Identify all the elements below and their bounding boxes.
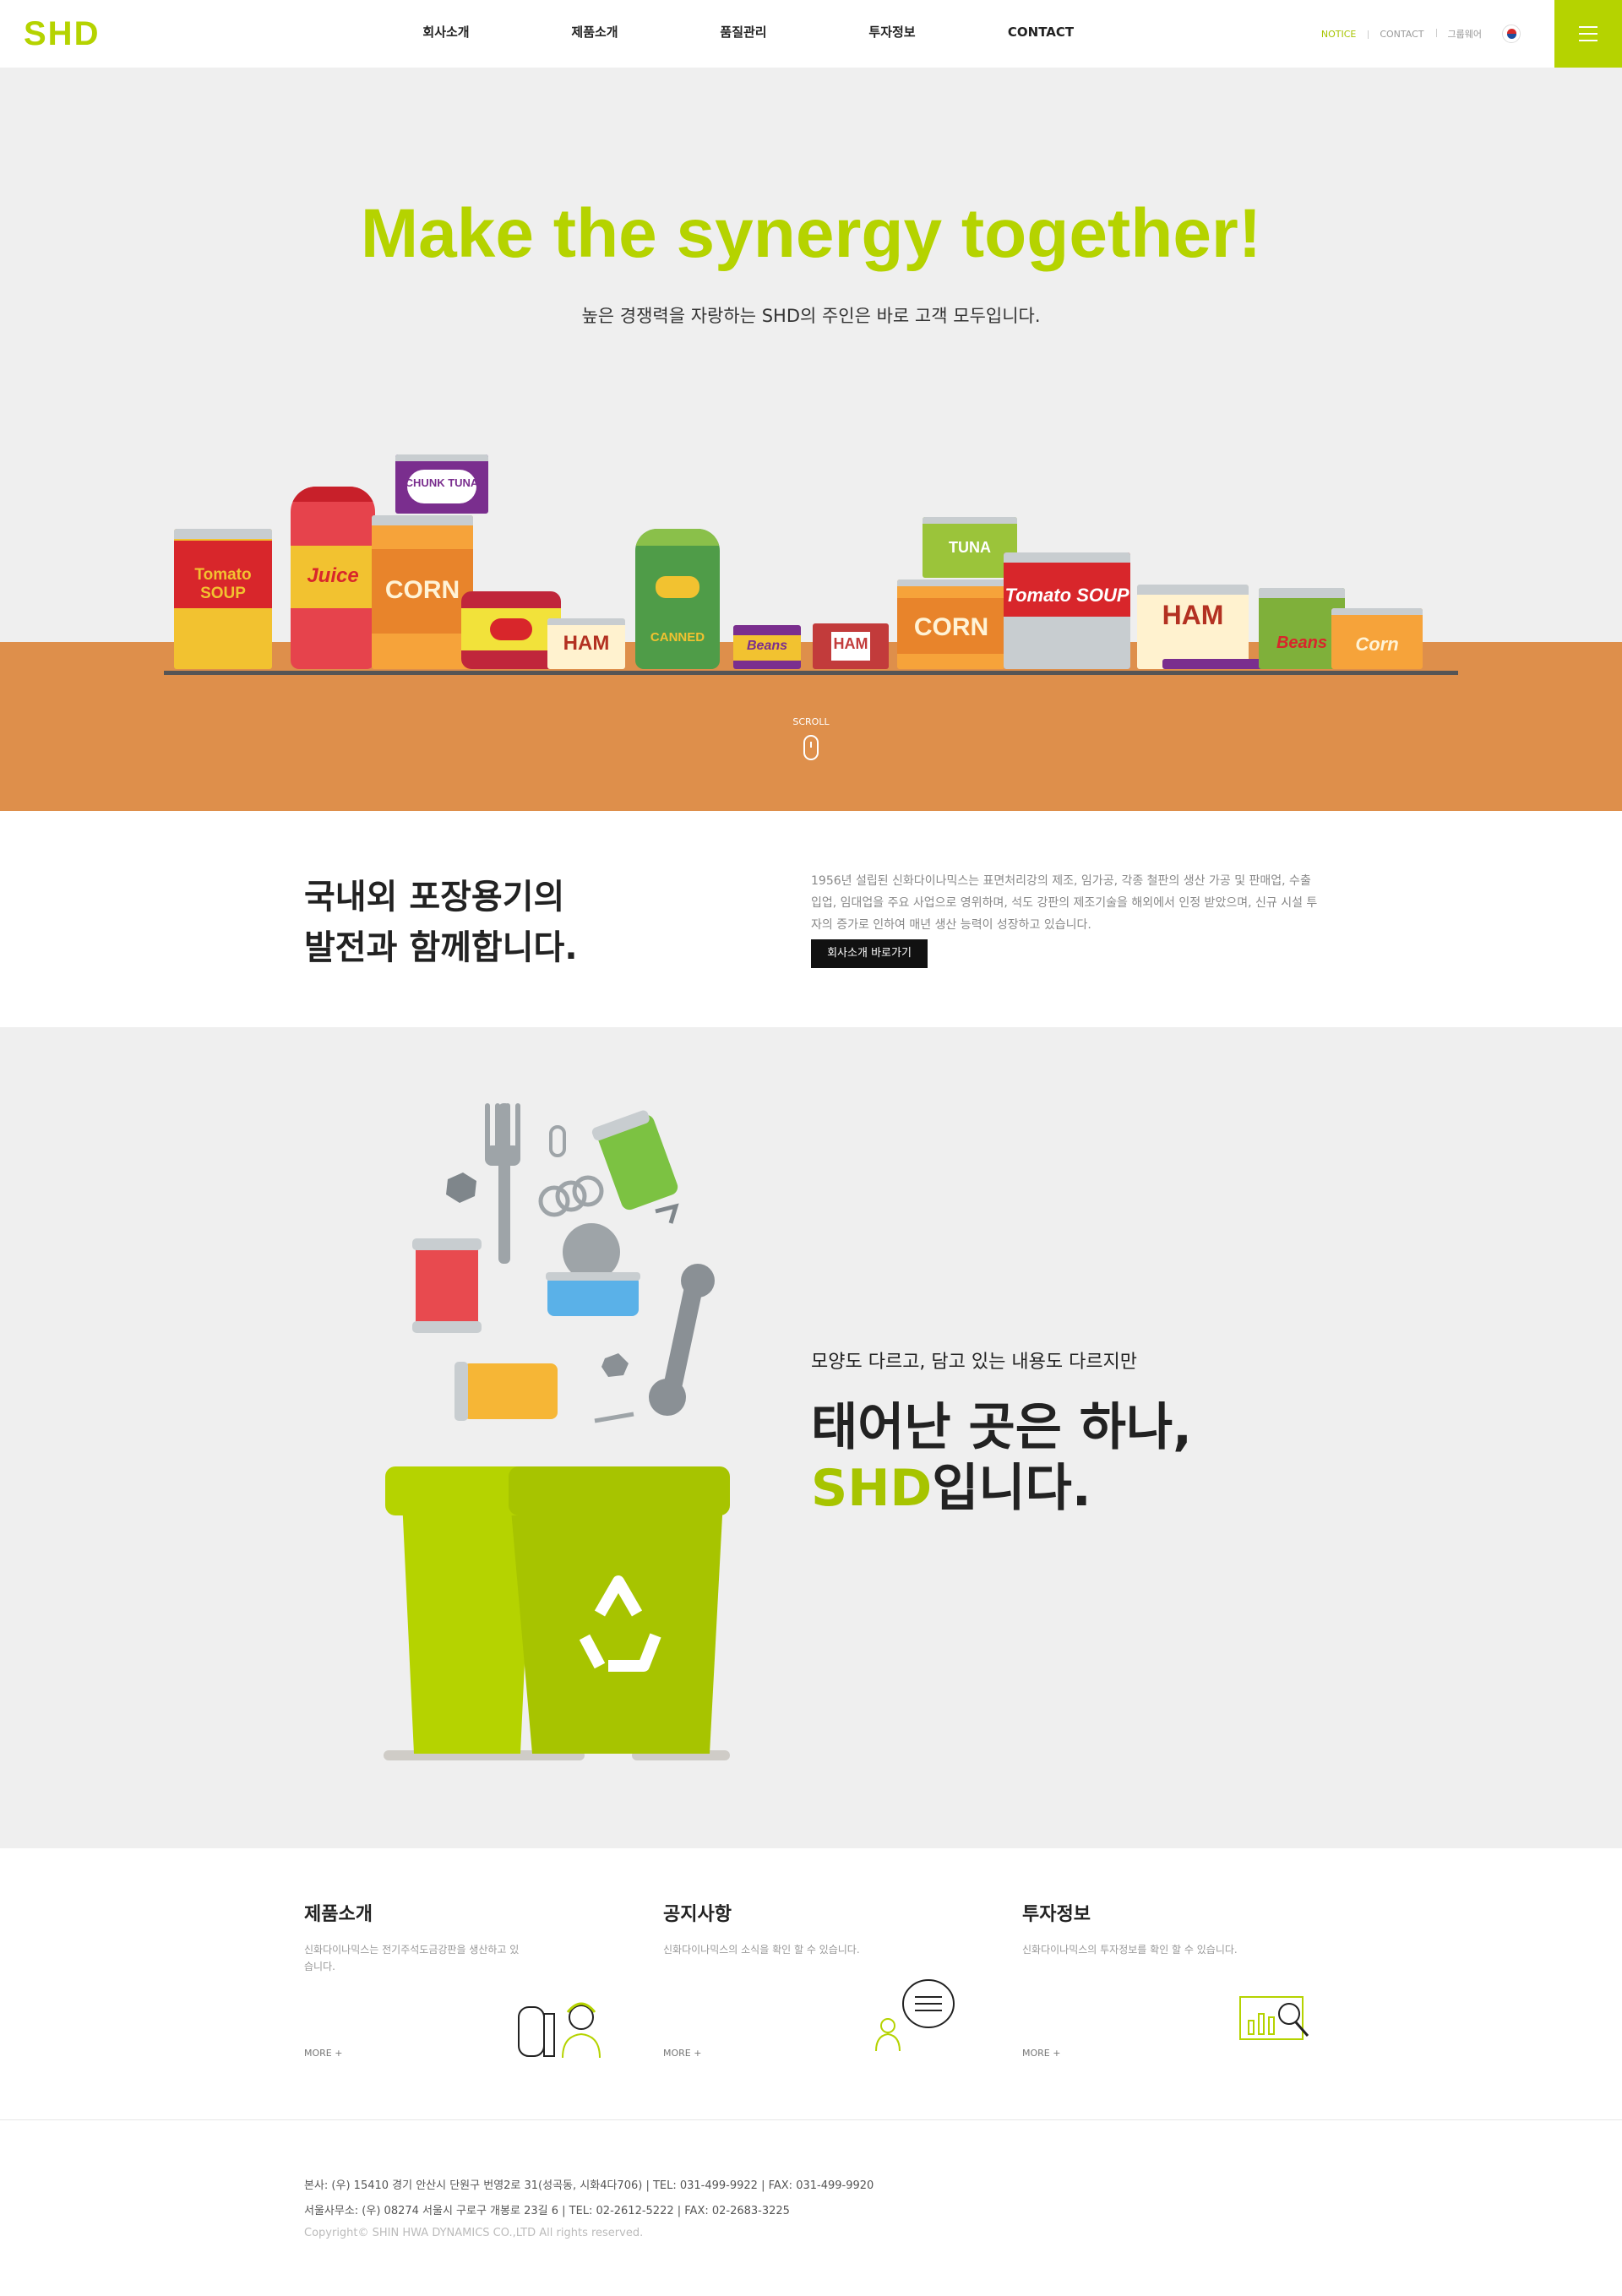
nav-item-contact[interactable]: CONTACT bbox=[966, 0, 1115, 68]
recycle-subtitle: 모양도 다르고, 담고 있는 내용도 다르지만 bbox=[811, 1352, 1138, 1373]
wrench-icon bbox=[649, 1264, 715, 1416]
crushed-can-green-icon bbox=[591, 1110, 678, 1211]
recycle-title-accent: SHD bbox=[811, 1459, 933, 1518]
can-corn-small: Corn bbox=[1331, 608, 1423, 669]
card-title: 투자정보 bbox=[1022, 1904, 1091, 1925]
crushed-can-red-icon bbox=[412, 1238, 482, 1333]
card-description: 신화다이나믹스의 투자정보를 확인 할 수 있습니다. bbox=[1022, 1944, 1238, 1956]
main-nav: 회사소개 제품소개 품질관리 투자정보 CONTACT bbox=[372, 0, 1115, 68]
card-title: 제품소개 bbox=[304, 1904, 373, 1925]
paperclip-icon bbox=[549, 1125, 566, 1157]
korea-flag-icon[interactable] bbox=[1502, 24, 1521, 43]
scroll-mouse-icon[interactable] bbox=[803, 735, 819, 760]
footer-address-hq: 본사: (우) 15410 경기 안산시 단원구 번영2로 31(성곡동, 시화… bbox=[304, 2179, 874, 2192]
can-ham: HAM bbox=[547, 618, 625, 669]
hero-title: Make the synergy together! bbox=[360, 195, 1262, 272]
card-description: 신화다이나믹스의 소식을 확인 할 수 있습니다. bbox=[663, 1944, 860, 1956]
nail-icon bbox=[655, 1203, 679, 1224]
card-products[interactable]: 제품소개 신화다이나믹스는 전기주석도금강판을 생산하고 있습니다. MORE … bbox=[304, 1899, 642, 2102]
circular-saw-icon bbox=[563, 1223, 620, 1281]
recycle-title: 태어난 곳은 하나, SHD입니다. bbox=[811, 1397, 1192, 1519]
card-description: 신화다이나믹스는 전기주석도금강판을 생산하고 있습니다. bbox=[304, 1944, 520, 1972]
intro-title-line1: 국내외 포장용기의 bbox=[304, 878, 565, 917]
util-link-contact[interactable]: CONTACT bbox=[1368, 29, 1435, 40]
jar-canned: CANNED bbox=[635, 529, 720, 669]
hero-shelf bbox=[164, 671, 1458, 675]
logo[interactable]: SHD bbox=[24, 15, 100, 53]
recycle-title-line2: SHD입니다. bbox=[811, 1458, 1192, 1519]
recycle-title-line1: 태어난 곳은 하나, bbox=[811, 1398, 1192, 1457]
quick-links-section: 제품소개 신화다이나믹스는 전기주석도금강판을 생산하고 있습니다. MORE … bbox=[0, 1848, 1622, 2120]
can-chunk-tuna: CHUNK TUNA bbox=[395, 454, 488, 514]
crushed-can-blue-icon bbox=[546, 1272, 640, 1316]
card-title: 공지사항 bbox=[663, 1904, 732, 1925]
util-link-notice[interactable]: NOTICE bbox=[1309, 29, 1368, 40]
hero-section: Make the synergy together! 높은 경쟁력을 자랑하는 … bbox=[0, 68, 1622, 811]
chart-search-icon bbox=[1239, 1996, 1309, 2040]
chat-bubble-icon bbox=[875, 1979, 955, 2052]
can-beans: Beans bbox=[733, 625, 801, 669]
card-investment[interactable]: 투자정보 신화다이나믹스의 투자정보를 확인 할 수 있습니다. MORE + bbox=[1022, 1899, 1360, 2102]
hex-nut-icon bbox=[446, 1172, 476, 1203]
can-corn-right: CORN bbox=[897, 579, 1005, 669]
footer: 본사: (우) 15410 경기 안산시 단원구 번영2로 31(성곡동, 시화… bbox=[0, 2120, 1622, 2296]
can-corn: CORN bbox=[372, 515, 473, 669]
company-intro-button[interactable]: 회사소개 바로가기 bbox=[811, 939, 928, 968]
scroll-label: SCROLL bbox=[792, 716, 830, 727]
intro-section: 국내외 포장용기의 발전과 함께합니다. 1956년 설립된 신화다이나믹스는 … bbox=[0, 811, 1622, 1027]
jar-juice: Juice bbox=[291, 487, 375, 669]
nav-item-quality[interactable]: 품질관리 bbox=[669, 0, 818, 68]
utility-nav: NOTICE CONTACT 그룹웨어 bbox=[1309, 0, 1521, 68]
footer-address-seoul: 서울사무소: (우) 08274 서울시 구로구 개봉로 23길 6 | TEL… bbox=[304, 2205, 790, 2217]
jar-jam bbox=[461, 591, 561, 669]
card-notice[interactable]: 공지사항 신화다이나믹스의 소식을 확인 할 수 있습니다. MORE + bbox=[663, 1899, 1001, 2102]
intro-title-line2: 발전과 함께합니다. bbox=[304, 928, 578, 967]
nav-item-products[interactable]: 제품소개 bbox=[520, 0, 669, 68]
hook-icon bbox=[594, 1412, 634, 1423]
recycle-bin-icon bbox=[385, 1466, 730, 1754]
fork-icon bbox=[485, 1103, 520, 1264]
recycle-section: 모양도 다르고, 담고 있는 내용도 다르지만 태어난 곳은 하나, SHD입니… bbox=[0, 1027, 1622, 1848]
can-ham-tall: HAM bbox=[813, 623, 889, 669]
can-tomato-soup-big: Tomato SOUP bbox=[1004, 552, 1130, 669]
crushed-can-orange-icon bbox=[454, 1362, 558, 1421]
can-ham-right: HAM bbox=[1137, 585, 1249, 669]
footer-copyright: Copyright© SHIN HWA DYNAMICS CO.,LTD All… bbox=[304, 2227, 644, 2239]
header: SHD 회사소개 제품소개 품질관리 투자정보 CONTACT NOTICE C… bbox=[0, 0, 1622, 68]
worker-roll-icon bbox=[518, 2002, 601, 2059]
small-nut-icon bbox=[601, 1353, 629, 1377]
card-more-link[interactable]: MORE + bbox=[304, 2048, 342, 2059]
hero-subtitle: 높은 경쟁력을 자랑하는 SHD의 주인은 바로 고객 모두입니다. bbox=[581, 306, 1041, 326]
intro-description: 1956년 설립된 신화다이나믹스는 표면처리강의 제조, 임가공, 각종 철판… bbox=[811, 874, 1318, 932]
intro-title: 국내외 포장용기의 발전과 함께합니다. bbox=[304, 872, 578, 973]
spring-icon bbox=[538, 1175, 604, 1217]
can-tomato-soup: Tomato SOUP bbox=[174, 529, 272, 669]
recycle-title-rest: 입니다. bbox=[932, 1459, 1091, 1518]
util-link-groupware[interactable]: 그룹웨어 bbox=[1435, 27, 1494, 41]
nav-item-company[interactable]: 회사소개 bbox=[372, 0, 520, 68]
card-more-link[interactable]: MORE + bbox=[1022, 2048, 1060, 2059]
nav-item-investment[interactable]: 투자정보 bbox=[818, 0, 966, 68]
hamburger-icon[interactable] bbox=[1554, 0, 1622, 68]
card-more-link[interactable]: MORE + bbox=[663, 2048, 701, 2059]
can-chunk-tuna-right bbox=[1162, 659, 1271, 669]
